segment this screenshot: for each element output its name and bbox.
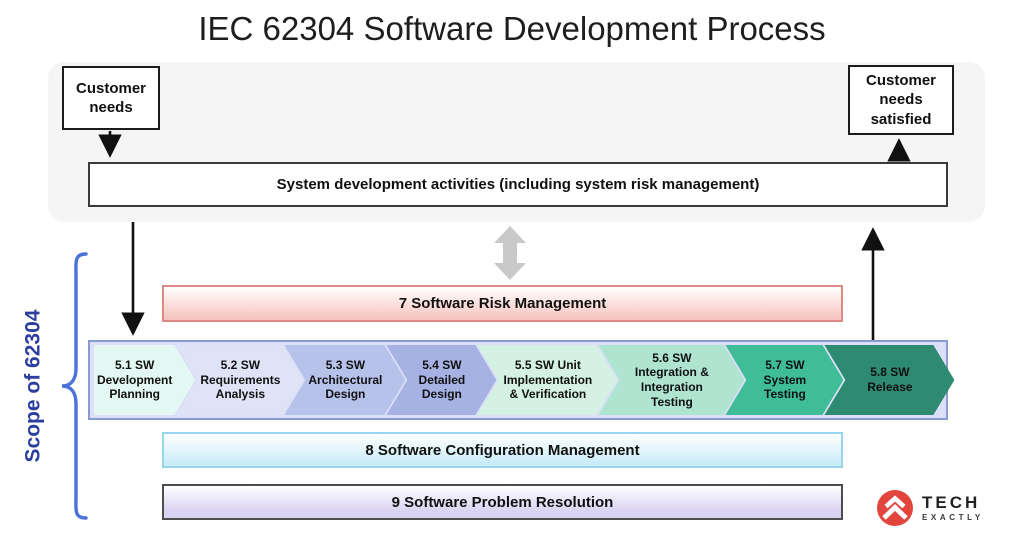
tech-exactly-logo: TECH EXACTLY — [876, 489, 984, 527]
configuration-management-bar: 8 Software Configuration Management — [162, 432, 843, 468]
scope-brace — [61, 252, 88, 520]
logo-subname: EXACTLY — [922, 513, 984, 523]
diagram-canvas: IEC 62304 Software Development Process C… — [0, 0, 1024, 533]
problem-resolution-label: 9 Software Problem Resolution — [391, 493, 614, 511]
tech-exactly-logo-icon — [877, 490, 913, 526]
step-5-8-release: 5.8 SW Release — [824, 345, 954, 415]
logo-name: TECH — [922, 492, 981, 512]
problem-resolution-bar: 9 Software Problem Resolution — [162, 484, 843, 520]
step-5-2-requirements-analysis: 5.2 SW Requirements Analysis — [176, 345, 303, 415]
risk-management-bar: 7 Software Risk Management — [162, 285, 843, 322]
customer-needs-box: Customer needs — [62, 66, 160, 130]
system-development-activities-bar: System development activities (including… — [88, 162, 948, 207]
page-title: IEC 62304 Software Development Process — [198, 10, 826, 47]
configuration-management-label: 8 Software Configuration Management — [365, 441, 640, 459]
development-process-container: 5.1 SW Development Planning 5.2 SW Requi… — [88, 340, 948, 420]
risk-management-label: 7 Software Risk Management — [398, 295, 607, 312]
double-arrow-system-scope — [494, 226, 526, 280]
customer-needs-satisfied-box: Customer needs satisfied — [848, 65, 954, 135]
step-5-6-integration-testing: 5.6 SW Integration & Integration Testing — [598, 345, 744, 415]
step-5-5-unit-implementation-verification: 5.5 SW Unit Implementation & Verificatio… — [477, 345, 617, 415]
customer-needs-satisfied-label: Customer needs satisfied — [865, 71, 936, 128]
step-5-1-development-planning: 5.1 SW Development Planning — [94, 345, 195, 415]
system-development-activities-label: System development activities (including… — [276, 176, 760, 193]
customer-needs-label: Customer needs — [75, 79, 146, 117]
